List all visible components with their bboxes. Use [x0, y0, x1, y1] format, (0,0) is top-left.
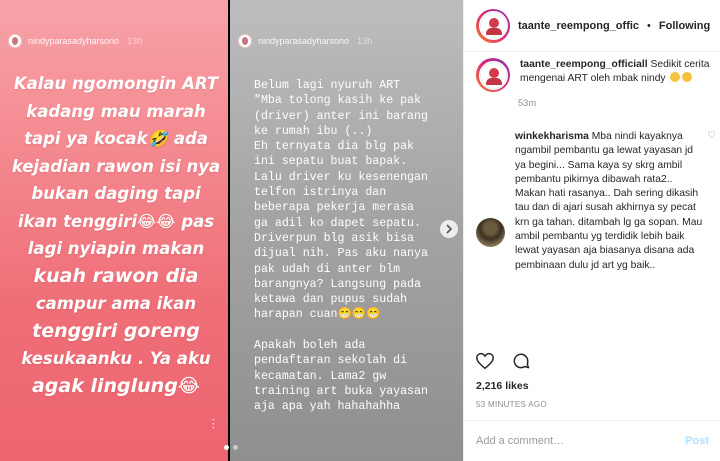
story-avatar	[238, 34, 252, 48]
story-username: nindyparasadyharsono	[28, 36, 120, 46]
story-time: 13h	[127, 36, 143, 46]
comment-text: winkekharisma Mba nindi kayaknya ngambil…	[515, 130, 703, 273]
post-timestamp: 53 MINUTES AGO	[476, 400, 547, 409]
story-slide-2: nindyparasadyharsono 13h Belum lagi nyur…	[230, 0, 463, 461]
comment-body: Mba nindi kayaknya ngambil pembantu ga l…	[515, 131, 703, 271]
story-line: agak linglung😂	[31, 374, 200, 397]
story-line: tenggiri goreng	[32, 319, 200, 342]
story-line: bukan daging tapi	[31, 184, 201, 203]
comment-avatar[interactable]	[476, 218, 505, 247]
post-header: taante_reempong_offic • Following	[464, 0, 720, 52]
story-line: ikan tenggiri😂😂 pas	[17, 211, 215, 231]
story-slide-1: nindyparasadyharsono 13h Kalau ngomongin…	[0, 0, 228, 461]
carousel-dot	[224, 445, 229, 450]
caption-avatar[interactable]	[476, 58, 510, 92]
story-header: nindyparasadyharsono 13h	[8, 34, 142, 48]
story-line: kuah rawon dia	[33, 264, 199, 287]
story-line: campur ama ikan	[35, 294, 197, 313]
story-line: kesukaanku . Ya aku	[21, 349, 211, 368]
like-comment-heart-icon[interactable]: ♡	[707, 130, 716, 141]
header-username[interactable]: taante_reempong_offic	[518, 20, 639, 32]
story-username: nindyparasadyharsono	[258, 36, 350, 46]
story-more-icon: · · ·	[212, 415, 216, 434]
story-time: 13h	[357, 36, 373, 46]
likes-count[interactable]: 2,216 likes	[476, 380, 529, 392]
story-line: kejadian rawon isi nya	[11, 156, 221, 176]
action-bar	[474, 350, 532, 372]
separator-dot: •	[647, 19, 651, 32]
comments-list: taante_reempong_officiall Sedikit cerita…	[476, 58, 716, 273]
laughing-emoji-icon	[670, 71, 681, 82]
comment-bubble-icon[interactable]	[510, 350, 532, 372]
post-panel: taante_reempong_offic • Following taante…	[463, 0, 720, 461]
story-1-text: Kalau ngomongin ART kadang mau marah tap…	[10, 70, 222, 400]
post-media: nindyparasadyharsono 13h Kalau ngomongin…	[0, 0, 463, 461]
caption-time: 53m	[518, 98, 537, 108]
story-line: tapi ya kocak🤣 ada	[24, 129, 208, 148]
heart-icon[interactable]	[474, 350, 496, 372]
comment-username[interactable]: winkekharisma	[515, 131, 589, 142]
story-avatar	[8, 34, 22, 48]
story-line: Kalau ngomongin ART	[13, 74, 219, 93]
laughing-emoji-icon	[682, 71, 693, 82]
add-comment-bar: Post	[464, 420, 720, 461]
story-line: kadang mau marah	[26, 101, 206, 121]
profile-logo-icon	[479, 12, 507, 39]
caption: taante_reempong_officiall Sedikit cerita…	[476, 58, 716, 92]
caption-text: taante_reempong_officiall Sedikit cerita…	[520, 58, 716, 92]
story-header: nindyparasadyharsono 13h	[238, 34, 372, 48]
list-item: winkekharisma Mba nindi kayaknya ngambil…	[476, 130, 716, 273]
story-2-text: Belum lagi nyuruh ART "Mba tolong kasih …	[254, 79, 428, 414]
caption-username[interactable]: taante_reempong_officiall	[520, 59, 648, 70]
carousel-indicator	[224, 445, 238, 450]
following-button[interactable]: Following	[659, 20, 710, 32]
comment-input[interactable]	[476, 435, 686, 447]
avatar[interactable]	[476, 8, 510, 43]
chevron-right-icon[interactable]	[440, 220, 458, 238]
post-button[interactable]: Post	[685, 435, 709, 447]
profile-logo-icon	[479, 61, 507, 89]
carousel-dot	[233, 445, 238, 450]
story-line: lagi nyiapin makan	[27, 239, 205, 258]
